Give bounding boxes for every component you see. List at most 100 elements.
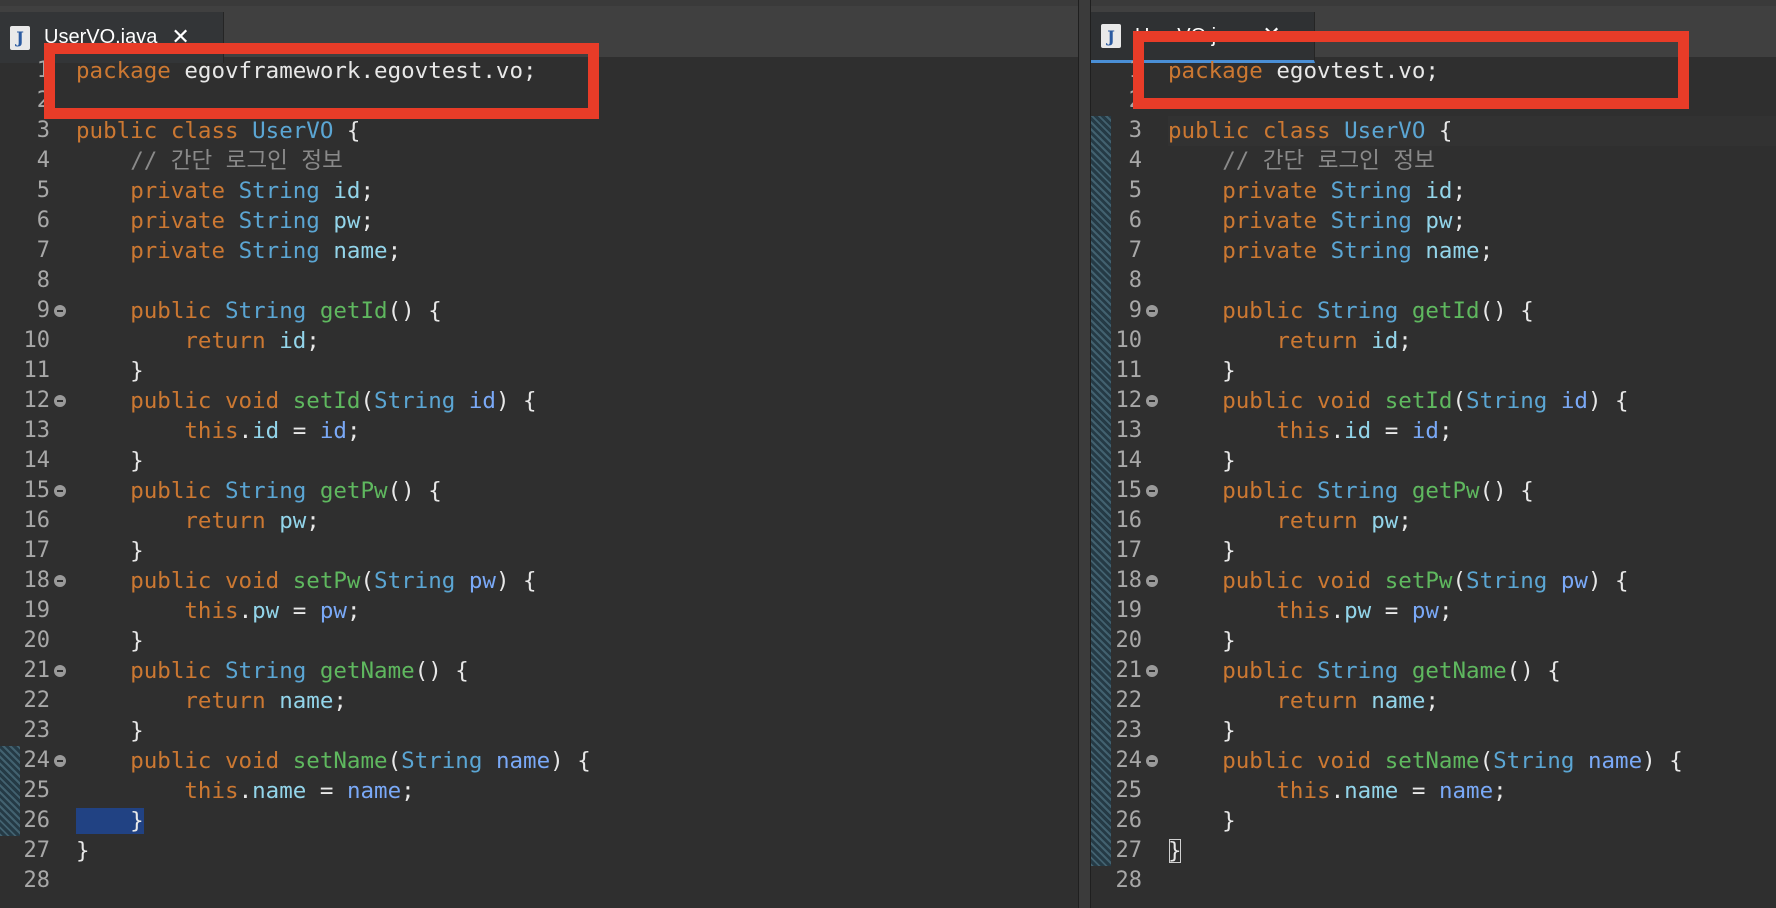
code-line[interactable]: 21 public String getName() { [1091,656,1776,686]
code-line[interactable]: 12 public void setId(String id) { [1091,386,1776,416]
code-line[interactable]: 9 public String getId() { [0,296,1078,326]
code-line[interactable]: 11 } [1091,356,1776,386]
code-text: } [76,626,144,656]
code-line[interactable]: 27} [0,836,1078,866]
code-line[interactable]: 15 public String getPw() { [1091,476,1776,506]
code-line[interactable]: 13 this.id = id; [0,416,1078,446]
code-line[interactable]: 26 } [0,806,1078,836]
code-line[interactable]: 28 [0,866,1078,896]
code-line[interactable]: 13 this.id = id; [1091,416,1776,446]
left-editor-pane: J UserVO.java ✕ 1 package egovframework.e… [0,0,1078,908]
code-line[interactable]: 4 // 간단 로그인 정보 [0,146,1078,176]
code-token: pw [333,208,361,234]
code-line[interactable]: 16 return pw; [0,506,1078,536]
code-text: public String getId() { [76,296,442,326]
code-line[interactable]: 9 public String getId() { [1091,296,1776,326]
code-line[interactable]: 20 } [1091,626,1776,656]
fold-collapse-icon[interactable] [54,755,66,767]
code-line[interactable]: 8 [1091,266,1776,296]
code-line[interactable]: 5 private String id; [0,176,1078,206]
code-token: ; [360,208,375,234]
code-line[interactable]: 21 public String getName() { [0,656,1078,686]
left-code-editor[interactable]: 1 package egovframework.egovtest.vo; 2 3 pub… [0,57,1078,908]
code-token: } [1168,358,1236,384]
line-number: 22 [23,688,51,713]
code-line[interactable]: 20 } [0,626,1078,656]
code-line[interactable]: 12 public void setId(String id) { [0,386,1078,416]
java-file-icon: J [10,25,30,50]
code-token: String [1317,478,1412,504]
code-line[interactable]: 18 public void setPw(String pw) { [0,566,1078,596]
code-line[interactable]: 17 } [1091,536,1776,566]
code-token: String [1466,388,1561,414]
code-line[interactable]: 11 } [0,356,1078,386]
code-line[interactable]: 18 public void setPw(String pw) { [1091,566,1776,596]
code-token: . [1330,598,1345,624]
code-token: getId [1411,298,1480,324]
fold-collapse-icon[interactable] [1146,575,1158,587]
code-line[interactable]: 15 public String getPw() { [0,476,1078,506]
code-line[interactable]: 8 [0,266,1078,296]
code-line[interactable]: 3 public class UserVO { [0,116,1078,146]
code-line[interactable]: 14 } [0,446,1078,476]
code-token: UserVO [1344,118,1426,144]
code-token: this [184,418,239,444]
split-divider[interactable] [1078,0,1091,908]
code-line[interactable]: 24 public void setName(String name) { [1091,746,1776,776]
code-token: this [1276,778,1331,804]
code-text: } [76,446,144,476]
code-line[interactable]: 5 private String id; [1091,176,1776,206]
code-line[interactable]: 23 } [0,716,1078,746]
code-line[interactable]: 7 private String name; [0,236,1078,266]
code-token: . [238,418,253,444]
code-token: } [1168,838,1182,864]
code-token: setName [292,748,388,774]
fold-collapse-icon[interactable] [54,395,66,407]
right-code-editor[interactable]: 1 package egovtest.vo; 2 3 public class User… [1091,57,1776,908]
fold-collapse-icon[interactable] [54,485,66,497]
code-line[interactable]: 23 } [1091,716,1776,746]
code-line[interactable]: 4 // 간단 로그인 정보 [1091,146,1776,176]
code-token: ) { [550,748,591,774]
code-line[interactable]: 6 private String pw; [1091,206,1776,236]
code-line[interactable]: 24 public void setName(String name) { [0,746,1078,776]
fold-collapse-icon[interactable] [54,305,66,317]
code-line[interactable]: 22 return name; [0,686,1078,716]
code-line[interactable]: 25 this.name = name; [0,776,1078,806]
code-line[interactable]: 3 public class UserVO { [1091,116,1776,146]
code-line[interactable]: 22 return name; [1091,686,1776,716]
code-token: ( [387,748,402,774]
code-line[interactable]: 19 this.pw = pw; [1091,596,1776,626]
code-text: private String pw; [1168,206,1466,236]
code-line[interactable]: 26 } [1091,806,1776,836]
code-line[interactable]: 10 return id; [1091,326,1776,356]
code-line[interactable]: 25 this.name = name; [1091,776,1776,806]
fold-collapse-icon[interactable] [1146,755,1158,767]
code-token: String [1466,568,1561,594]
fold-collapse-icon[interactable] [1146,485,1158,497]
fold-collapse-icon[interactable] [54,575,66,587]
fold-collapse-icon[interactable] [1146,665,1158,677]
code-token: public [130,298,226,324]
code-line[interactable]: 6 private String pw; [0,206,1078,236]
fold-collapse-icon[interactable] [1146,305,1158,317]
code-line[interactable]: 16 return pw; [1091,506,1776,536]
fold-collapse-icon[interactable] [1146,395,1158,407]
code-line[interactable]: 28 [1091,866,1776,896]
code-token: { [1425,118,1453,144]
code-line[interactable]: 19 this.pw = pw; [0,596,1078,626]
code-line[interactable]: 14 } [1091,446,1776,476]
code-line[interactable]: 27} [1091,836,1776,866]
code-line[interactable]: 17 } [0,536,1078,566]
code-line[interactable]: 7 private String name; [1091,236,1776,266]
code-line[interactable]: 10 return id; [0,326,1078,356]
fold-collapse-icon[interactable] [54,665,66,677]
code-token: () { [414,658,469,684]
code-token: public [1222,298,1318,324]
code-token: this [1276,418,1331,444]
code-text: public String getPw() { [76,476,442,506]
